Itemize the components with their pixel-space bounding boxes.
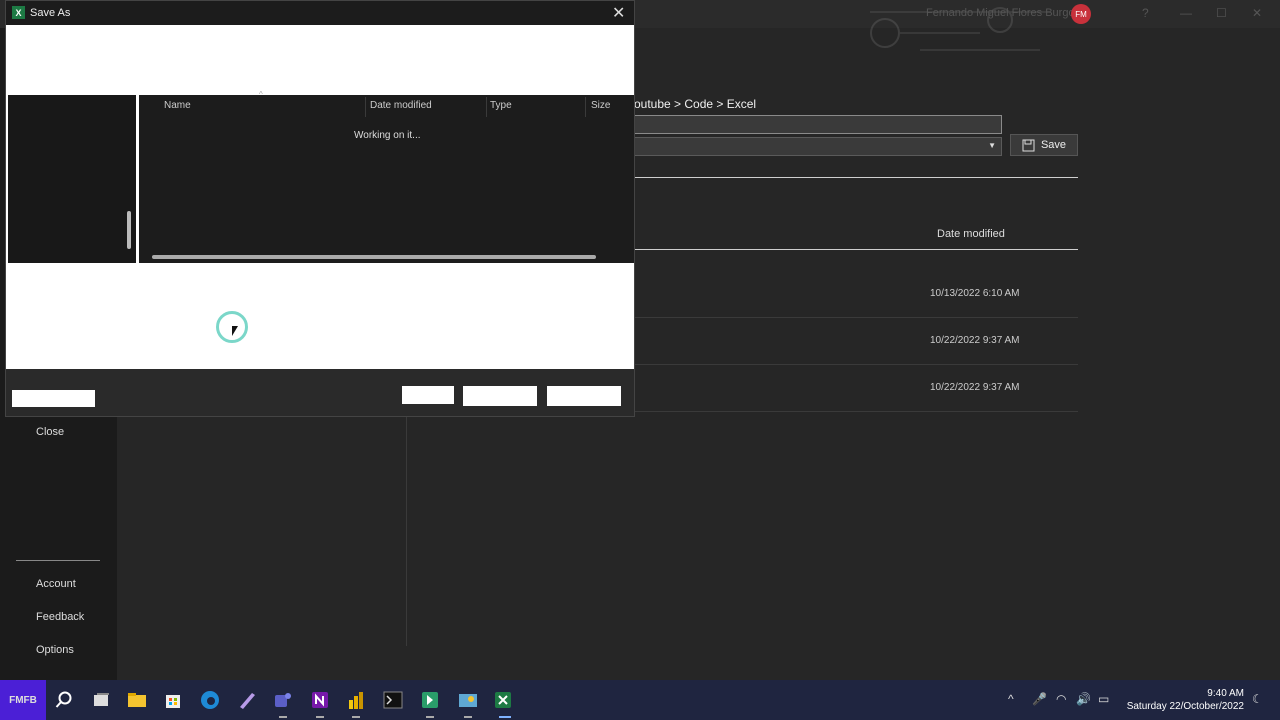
nav-options[interactable]: Options bbox=[36, 644, 74, 656]
running-indicator bbox=[316, 716, 324, 718]
save-button[interactable]: Save bbox=[1010, 134, 1078, 156]
filename-input[interactable] bbox=[634, 115, 1002, 134]
active-indicator bbox=[499, 716, 511, 718]
file-date: 10/22/2022 9:37 AM bbox=[930, 335, 1020, 346]
pen-app-icon[interactable] bbox=[236, 689, 258, 711]
running-indicator bbox=[426, 716, 434, 718]
loading-status: Working on it... bbox=[354, 130, 421, 141]
excel-icon: X bbox=[12, 6, 25, 19]
column-separator[interactable] bbox=[486, 97, 487, 117]
dialog-footer bbox=[6, 369, 634, 416]
maximize-icon[interactable]: ☐ bbox=[1216, 6, 1227, 20]
dialog-title: Save As bbox=[30, 7, 71, 19]
onenote-icon[interactable] bbox=[309, 689, 331, 711]
close-window-icon[interactable]: ✕ bbox=[1252, 6, 1262, 20]
dialog-title-bar[interactable]: X Save As ✕ bbox=[6, 1, 634, 25]
column-separator[interactable] bbox=[585, 97, 586, 117]
column-separator[interactable] bbox=[365, 97, 366, 117]
nav-close[interactable]: Close bbox=[36, 426, 64, 438]
running-indicator bbox=[464, 716, 472, 718]
clock-date[interactable]: Saturday 22/October/2022 bbox=[1110, 701, 1244, 712]
mouse-pointer-icon bbox=[232, 326, 242, 336]
photos-icon[interactable] bbox=[457, 689, 479, 711]
teams-icon[interactable] bbox=[272, 689, 294, 711]
scrollbar[interactable] bbox=[127, 211, 131, 249]
battery-icon[interactable]: ▭ bbox=[1098, 692, 1109, 706]
terminal-icon[interactable] bbox=[382, 689, 404, 711]
volume-icon[interactable]: 🔊 bbox=[1076, 692, 1091, 706]
close-icon[interactable]: ✕ bbox=[612, 3, 625, 23]
breadcrumb[interactable]: outube > Code > Excel bbox=[634, 97, 756, 111]
minimize-icon[interactable]: — bbox=[1180, 6, 1192, 20]
navigation-pane[interactable] bbox=[8, 95, 136, 263]
column-header-name[interactable]: Name bbox=[164, 100, 191, 111]
chevron-down-icon: ▼ bbox=[988, 141, 996, 150]
dialog-save-button[interactable] bbox=[463, 386, 537, 406]
dialog-cancel-button[interactable] bbox=[547, 386, 621, 406]
power-bi-icon[interactable] bbox=[345, 689, 367, 711]
save-icon bbox=[1022, 139, 1035, 151]
column-header-date-modified[interactable]: Date modified bbox=[937, 228, 1005, 240]
start-button[interactable]: FMFB bbox=[0, 680, 46, 720]
save-as-dialog: X Save As ✕ ^ Name Date modified Type Si… bbox=[6, 1, 634, 416]
app-arrow-icon[interactable] bbox=[419, 689, 441, 711]
save-button-label: Save bbox=[1040, 139, 1067, 151]
notification-icon[interactable]: ☾ bbox=[1252, 692, 1263, 706]
file-row[interactable]: 10/22/2022 9:37 AM bbox=[634, 365, 1078, 412]
file-list[interactable]: ^ Name Date modified Type Size Working o… bbox=[139, 90, 634, 263]
task-view-icon[interactable] bbox=[90, 689, 112, 711]
file-type-select[interactable]: ▼ bbox=[634, 137, 1002, 156]
column-header-date-modified[interactable]: Date modified bbox=[370, 100, 432, 111]
divider bbox=[634, 177, 1078, 178]
sort-caret-icon: ^ bbox=[259, 90, 263, 99]
excel-icon[interactable] bbox=[492, 689, 514, 711]
tools-button[interactable] bbox=[402, 386, 454, 404]
nav-feedback[interactable]: Feedback bbox=[36, 611, 84, 623]
column-header-type[interactable]: Type bbox=[490, 100, 512, 111]
divider bbox=[634, 249, 1078, 250]
chevron-up-icon[interactable]: ^ bbox=[1008, 692, 1014, 706]
store-icon[interactable] bbox=[162, 689, 184, 711]
taskbar: FMFB ^ 🎤 ◠ 🔊 ▭ 9:40 AM Saturday 22/Octob… bbox=[0, 680, 1280, 720]
avatar[interactable]: FM bbox=[1071, 4, 1091, 24]
edge-icon[interactable] bbox=[199, 689, 221, 711]
panel-divider bbox=[406, 410, 407, 646]
file-date: 10/13/2022 6:10 AM bbox=[930, 288, 1020, 299]
running-indicator bbox=[279, 716, 287, 718]
clock-time[interactable]: 9:40 AM bbox=[1200, 688, 1244, 699]
help-icon[interactable]: ? bbox=[1142, 6, 1149, 20]
column-header-size[interactable]: Size bbox=[591, 100, 610, 111]
file-row[interactable]: 10/22/2022 9:37 AM bbox=[634, 318, 1078, 365]
user-name: Fernando Miguel Flores Burgos bbox=[926, 7, 1081, 19]
nav-divider bbox=[16, 560, 100, 561]
microphone-icon[interactable]: 🎤 bbox=[1032, 692, 1047, 706]
file-explorer-icon[interactable] bbox=[126, 689, 148, 711]
file-date: 10/22/2022 9:37 AM bbox=[930, 382, 1020, 393]
running-indicator bbox=[352, 716, 360, 718]
search-icon[interactable] bbox=[53, 689, 75, 711]
file-row[interactable]: 10/13/2022 6:10 AM bbox=[634, 271, 1078, 318]
horizontal-scrollbar[interactable] bbox=[152, 255, 596, 259]
wifi-icon[interactable]: ◠ bbox=[1056, 692, 1066, 706]
nav-account[interactable]: Account bbox=[36, 578, 76, 590]
hide-folders-button[interactable] bbox=[12, 390, 95, 407]
